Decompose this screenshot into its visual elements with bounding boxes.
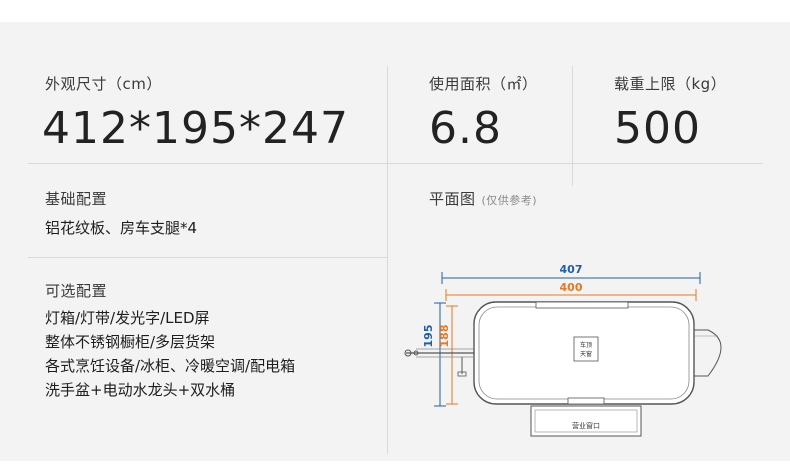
usable-area-value: 6.8 xyxy=(429,103,502,154)
skylight-text-2: 天窗 xyxy=(580,350,592,358)
dimensions-value: 412*195*247 xyxy=(42,103,349,154)
outer-length-text: 407 xyxy=(560,263,583,276)
usable-area-label: 使用面积（㎡） xyxy=(429,75,538,93)
outer-width-dim: 195 xyxy=(422,302,446,407)
floor-plan-note: (仅供参考) xyxy=(481,194,538,207)
floor-plan-drawing: 407 400 195 188 车顶 天窗 营业窗口 xyxy=(396,258,756,448)
optional-config-list: 灯箱/灯带/发光字/LED屏 整体不锈钢橱柜/多层货架 各式烹饪设备/冰柜、冷暖… xyxy=(45,306,295,402)
service-window-text: 营业窗口 xyxy=(572,421,600,430)
divider xyxy=(28,163,763,164)
inner-length-text: 400 xyxy=(560,281,583,294)
service-window: 营业窗口 xyxy=(530,405,642,437)
dimensions-label: 外观尺寸（cm） xyxy=(45,75,162,93)
load-limit-label: 载重上限（kg） xyxy=(614,75,727,93)
divider xyxy=(572,66,573,186)
skylight-text-1: 车顶 xyxy=(580,341,592,349)
inner-length-dim: 400 xyxy=(445,281,697,301)
outer-width-text: 195 xyxy=(422,325,435,348)
divider xyxy=(28,257,387,258)
basic-config-text: 铝花纹板、房车支腿*4 xyxy=(45,219,198,237)
list-item: 整体不锈钢橱柜/多层货架 xyxy=(45,333,216,351)
inner-width-text: 188 xyxy=(438,325,451,348)
spec-panel: 外观尺寸（cm） 412*195*247 使用面积（㎡） 6.8 载重上限（kg… xyxy=(0,22,790,461)
basic-config-label: 基础配置 xyxy=(45,190,108,208)
list-item: 洗手盆+电动水龙头+双水桶 xyxy=(45,381,236,399)
floor-plan-svg: 407 400 195 188 车顶 天窗 营业窗口 xyxy=(404,263,722,437)
list-item: 各式烹饪设备/冰柜、冷暖空调/配电箱 xyxy=(45,357,296,375)
load-limit-value: 500 xyxy=(614,103,701,154)
divider xyxy=(387,66,388,454)
inner-width-dim: 188 xyxy=(438,305,458,405)
roof-skylight-sign: 车顶 天窗 xyxy=(573,336,599,362)
optional-config-label: 可选配置 xyxy=(45,282,108,300)
floor-plan-title: 平面图 xyxy=(429,190,476,208)
list-item: 灯箱/灯带/发光字/LED屏 xyxy=(45,309,210,327)
floor-plan-label: 平面图 (仅供参考) xyxy=(429,188,537,209)
